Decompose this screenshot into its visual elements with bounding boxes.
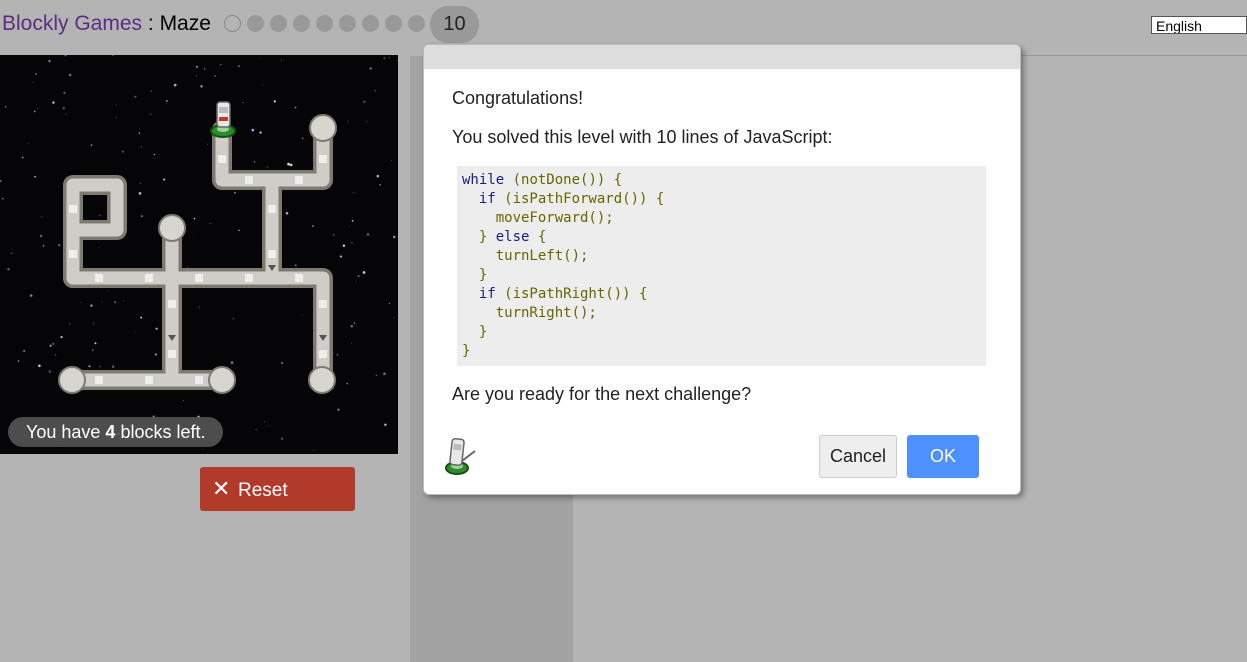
code-token: moveForward(); [462,210,614,226]
level-2-dot[interactable] [247,15,264,32]
dialog-congrats-text: Congratulations! [452,88,584,108]
level-6-dot[interactable] [339,15,356,32]
code-token: } [462,229,496,245]
level-1-dot[interactable] [224,15,241,32]
level-9-dot[interactable] [408,15,425,32]
star-field [0,55,398,451]
level-8-dot[interactable] [385,15,402,32]
code-token: (notDone()) [504,172,614,188]
blocks-left-count: 4 [105,422,116,442]
code-line: turnRight(); [457,304,986,323]
dialog-titlebar[interactable] [424,45,1020,69]
code-line: if (isPathForward()) { [457,190,986,209]
dialog-solved-text: You solved this level with 10 lines of J… [452,127,833,147]
blocks-left-suffix: blocks left. [115,422,206,442]
level-4-dot[interactable] [293,15,310,32]
code-line: while (notDone()) { [457,171,986,190]
maze-pipes [62,120,333,390]
maze-pipe-caps [58,114,337,394]
game-name: Maze [159,12,211,35]
code-token: { [613,172,623,188]
code-line: } [457,323,986,342]
title-separator: : [142,12,160,35]
code-token: turnRight(); [462,305,597,321]
robot-player-icon [216,101,231,128]
cancel-button[interactable]: Cancel [819,435,897,478]
congratulations-dialog: Congratulations! You solved this level w… [423,44,1021,495]
maze-canvas: You have 4 blocks left. [0,55,398,454]
level-3-dot[interactable] [270,15,287,32]
code-token: (isPathRight()) { [495,286,648,302]
level-5-dot[interactable] [316,15,333,32]
robot-avatar-icon [445,437,476,475]
language-select[interactable]: English [1151,16,1247,34]
close-x-icon: ✕ [212,476,231,501]
reset-button-label: Reset [238,480,288,501]
code-line: } [457,342,986,361]
solution-code-block: while (notDone()) { if (isPathForward())… [457,166,986,366]
current-level-badge[interactable]: 10 [430,6,479,43]
code-token: while [462,172,505,188]
header: Blockly Games : Maze 10 English [0,0,1247,50]
maze-svg [0,55,398,451]
code-token: } [462,324,488,340]
code-token: (isPathForward()) { [495,191,665,207]
code-token: } [462,267,488,283]
blocks-left-prefix: You have [26,422,106,442]
code-line: turnLeft(); [457,247,986,266]
app-name-link[interactable]: Blockly Games [2,12,142,35]
code-token: } [462,343,471,359]
page-title: Blockly Games : Maze [2,12,211,36]
header-divider [1018,55,1247,56]
level-7-dot[interactable] [362,15,379,32]
code-token: turnLeft(); [462,248,589,264]
code-token: else [495,229,530,245]
code-token: { [529,229,547,245]
code-line: if (isPathRight()) { [457,285,986,304]
ok-button[interactable]: OK [907,435,979,478]
code-line: } else { [457,228,986,247]
code-line: moveForward(); [457,209,986,228]
blocks-left-indicator: You have 4 blocks left. [8,417,224,447]
dialog-next-challenge-text: Are you ready for the next challenge? [452,384,752,404]
code-token: if [478,286,496,302]
code-token: if [478,191,496,207]
reset-button[interactable]: ✕ Reset [200,467,355,511]
code-line: } [457,266,986,285]
